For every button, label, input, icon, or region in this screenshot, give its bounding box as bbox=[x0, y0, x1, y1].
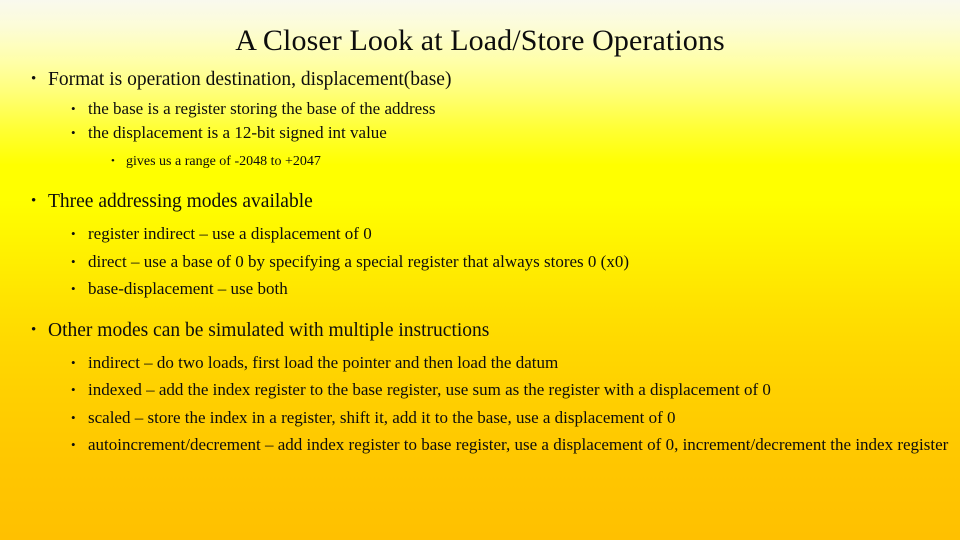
bullet-point-icon: • bbox=[31, 193, 37, 209]
bullet-level2: • autoincrement/decrement – add index re… bbox=[0, 433, 960, 457]
bullet-point-icon: • bbox=[71, 354, 76, 370]
bullet-text: indexed – add the index register to the … bbox=[88, 380, 771, 399]
bullet-point-icon: • bbox=[71, 124, 76, 140]
bullet-level2: • register indirect – use a displacement… bbox=[0, 222, 960, 246]
slide-title: A Closer Look at Load/Store Operations bbox=[235, 24, 725, 57]
bullet-level1: • Other modes can be simulated with mult… bbox=[0, 317, 960, 344]
bullet-level1: • Three addressing modes available bbox=[0, 188, 960, 215]
bullet-text: the displacement is a 12-bit signed int … bbox=[88, 122, 387, 142]
bullet-level2: • indexed – add the index register to th… bbox=[0, 378, 960, 402]
bullet-level2: • base-displacement – use both bbox=[0, 277, 960, 301]
bullet-point-icon: • bbox=[71, 409, 76, 425]
bullet-point-icon: • bbox=[31, 321, 37, 338]
bullet-text: the base is a register storing the base … bbox=[88, 99, 436, 118]
bullet-level1: • Format is operation destination, displ… bbox=[0, 66, 960, 93]
bullet-text: scaled – store the index in a register, … bbox=[88, 407, 676, 427]
bullet-text: register indirect – use a displacement o… bbox=[88, 224, 372, 243]
bullet-level2: • direct – use a base of 0 by specifying… bbox=[0, 250, 960, 274]
bullet-group: • Three addressing modes available • reg… bbox=[0, 188, 960, 301]
bullet-point-icon: • bbox=[71, 437, 76, 452]
bullet-point-icon: • bbox=[71, 101, 76, 116]
bullet-group: • Other modes can be simulated with mult… bbox=[0, 317, 960, 457]
bullet-text: Other modes can be simulated with multip… bbox=[48, 319, 490, 341]
bullet-text: autoincrement/decrement – add index regi… bbox=[88, 435, 949, 454]
bullet-point-icon: • bbox=[31, 71, 37, 87]
bullet-level2: • indirect – do two loads, first load th… bbox=[0, 351, 960, 375]
bullet-point-icon: • bbox=[71, 281, 76, 296]
bullet-point-icon: • bbox=[71, 226, 76, 241]
bullet-point-icon: • bbox=[111, 155, 115, 167]
bullet-group: • Format is operation destination, displ… bbox=[0, 66, 960, 172]
slide-body: • Format is operation destination, displ… bbox=[0, 66, 960, 457]
bullet-text: gives us a range of -2048 to +2047 bbox=[126, 154, 321, 169]
bullet-level3: • gives us a range of -2048 to +2047 bbox=[0, 151, 960, 172]
bullet-level2: • scaled – store the index in a register… bbox=[0, 406, 960, 430]
bullet-text: direct – use a base of 0 by specifying a… bbox=[88, 251, 629, 271]
bullet-level2: • the base is a register storing the bas… bbox=[0, 97, 960, 121]
bullet-point-icon: • bbox=[71, 253, 76, 269]
bullet-text: base-displacement – use both bbox=[88, 279, 288, 298]
bullet-level2: • the displacement is a 12-bit signed in… bbox=[0, 121, 960, 145]
bullet-text: indirect – do two loads, first load the … bbox=[88, 352, 559, 372]
presentation-slide: A Closer Look at Load/Store Operations •… bbox=[0, 0, 960, 540]
bullet-text: Three addressing modes available bbox=[48, 191, 313, 212]
bullet-point-icon: • bbox=[71, 382, 76, 397]
bullet-text: Format is operation destination, displac… bbox=[48, 69, 452, 90]
